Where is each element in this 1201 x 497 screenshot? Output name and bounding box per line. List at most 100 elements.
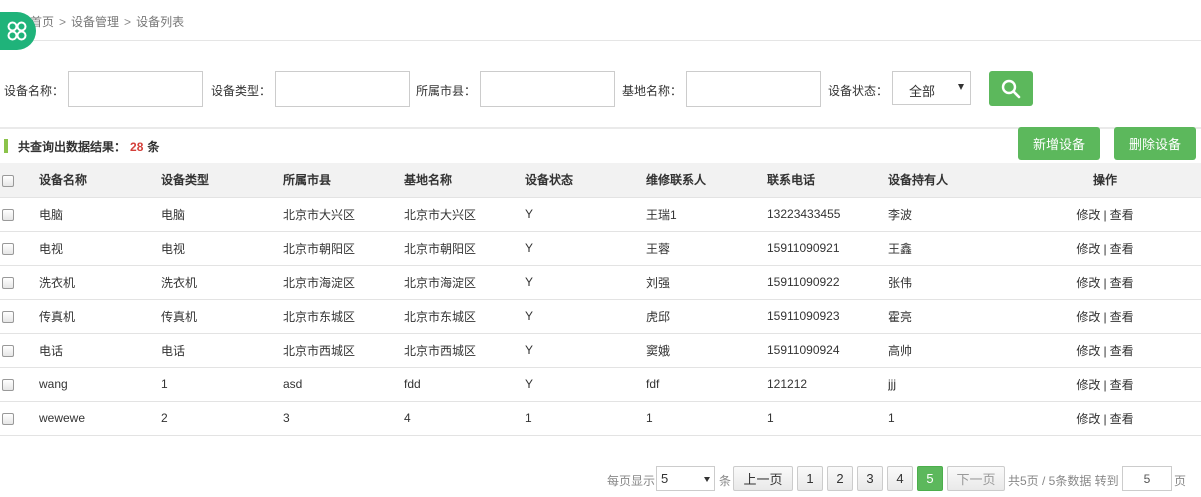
result-marker	[4, 139, 8, 153]
select-all-checkbox[interactable]	[2, 174, 14, 187]
view-link[interactable]: 查看	[1110, 276, 1134, 290]
pagination: 每页显示 5 条 上一页 1 2 3 4 5 下一页 共5页 / 5条数据 转到…	[0, 463, 1201, 491]
prev-page-button[interactable]: 上一页	[733, 466, 793, 491]
cell-base-name: fdd	[404, 367, 525, 402]
row-checkbox[interactable]	[2, 378, 14, 391]
table-row: 电话 电话 北京市西城区 北京市西城区 Y 窦娥 15911090924 高帅 修改 | 查看	[0, 333, 1201, 368]
view-link[interactable]: 查看	[1110, 242, 1134, 256]
view-link[interactable]: 查看	[1110, 208, 1134, 222]
cell-operations: 修改 | 查看	[1009, 299, 1201, 334]
jump-page-input[interactable]: 5	[1122, 466, 1172, 491]
device-type-input[interactable]	[275, 71, 410, 107]
page-button-4[interactable]: 4	[887, 466, 913, 491]
clover-icon	[7, 21, 27, 41]
view-link[interactable]: 查看	[1110, 344, 1134, 358]
cell-status: Y	[525, 231, 646, 266]
edit-link[interactable]: 修改	[1076, 378, 1100, 392]
table-row: 电视 电视 北京市朝阳区 北京市朝阳区 Y 王蓉 15911090921 王鑫 修改 | 查看	[0, 231, 1201, 266]
cell-phone: 15911090923	[767, 299, 888, 334]
cell-operations: 修改 | 查看	[1009, 333, 1201, 368]
search-button[interactable]	[989, 71, 1033, 106]
cell-base-name: 北京市西城区	[404, 333, 525, 368]
device-name-input[interactable]	[68, 71, 203, 107]
cell-operations: 修改 | 查看	[1009, 401, 1201, 436]
next-page-button[interactable]: 下一页	[947, 466, 1005, 491]
op-separator: |	[1103, 275, 1107, 290]
header-owner: 设备持有人	[888, 163, 1009, 198]
table-row: wang 1 asd fdd Yfdf 121212 jjj 修改 | 查看	[0, 367, 1201, 402]
breadcrumb-device-management[interactable]: 设备管理	[71, 15, 119, 29]
cell-phone: 15911090921	[767, 231, 888, 266]
cell-owner: 张伟	[888, 265, 1009, 300]
cell-base-name: 北京市海淀区	[404, 265, 525, 300]
add-device-button[interactable]: 新增设备	[1018, 127, 1100, 160]
base-name-input[interactable]	[686, 71, 821, 107]
cell-phone: 13223433455	[767, 197, 888, 232]
table-body: 电脑 电脑 北京市大兴区 北京市大兴区 Y 王瑞1 13223433455 李波 修改 | 查看 电视…	[0, 197, 1201, 436]
result-count: 共查询出数据结果： 28 条	[4, 138, 159, 155]
cell-maintenance-contact: 王瑞1	[646, 197, 767, 232]
row-checkbox[interactable]	[2, 208, 14, 221]
city-county-input[interactable]	[480, 71, 615, 107]
edit-link[interactable]: 修改	[1076, 310, 1100, 324]
cell-city: 北京市大兴区	[283, 197, 404, 232]
header-base-name: 基地名称	[404, 163, 525, 198]
row-checkbox[interactable]	[2, 344, 14, 357]
cell-city: 北京市西城区	[283, 333, 404, 368]
table-row: 电脑 电脑 北京市大兴区 北京市大兴区 Y 王瑞1 13223433455 李波 修改 | 查看	[0, 197, 1201, 232]
cell-city: 北京市朝阳区	[283, 231, 404, 266]
op-separator: |	[1103, 343, 1107, 358]
op-separator: |	[1103, 309, 1107, 324]
edit-link[interactable]: 修改	[1076, 242, 1100, 256]
caret-down-icon	[958, 84, 964, 90]
table-row: 传真机 传真机 北京市东城区 北京市东城区 Y 虎邱 15911090923 霍亮 修改 | 查看	[0, 299, 1201, 334]
edit-link[interactable]: 修改	[1076, 276, 1100, 290]
cell-phone: 15911090922	[767, 265, 888, 300]
breadcrumb-bar: 首页 > 设备管理 > 设备列表	[0, 0, 1201, 50]
per-page-select[interactable]: 5	[656, 466, 715, 491]
row-checkbox[interactable]	[2, 276, 14, 289]
edit-link[interactable]: 修改	[1076, 208, 1100, 222]
cell-operations: 修改 | 查看	[1009, 265, 1201, 300]
delete-device-button[interactable]: 删除设备	[1114, 127, 1196, 160]
caret-down-icon	[704, 477, 710, 482]
row-checkbox[interactable]	[2, 412, 14, 425]
cell-base-name: 北京市朝阳区	[404, 231, 525, 266]
page-button-2[interactable]: 2	[827, 466, 853, 491]
row-checkbox[interactable]	[2, 310, 14, 323]
cell-phone: 15911090924	[767, 333, 888, 368]
page-button-5-current[interactable]: 5	[917, 466, 943, 491]
breadcrumb: 首页 > 设备管理 > 设备列表	[30, 15, 185, 29]
table-row: wewewe 2 3 4 1 1 1 1 修改 | 查看	[0, 401, 1201, 436]
edit-link[interactable]: 修改	[1076, 344, 1100, 358]
page-button-3[interactable]: 3	[857, 466, 883, 491]
header-maintenance-contact: 维修联系人	[646, 163, 767, 198]
breadcrumb-device-list: 设备列表	[136, 15, 185, 29]
cell-device-type: 1	[161, 367, 283, 402]
result-count-number: 28	[130, 140, 144, 154]
app-logo[interactable]	[0, 12, 36, 50]
cell-status: Y	[525, 299, 646, 334]
cell-owner: 1	[888, 401, 1009, 436]
view-link[interactable]: 查看	[1110, 310, 1134, 324]
cell-device-type: 传真机	[161, 299, 283, 334]
cell-base-name: 4	[404, 401, 525, 436]
cell-device-type: 洗衣机	[161, 265, 283, 300]
header-device-type: 设备类型	[161, 163, 283, 198]
device-table: 设备名称 设备类型 所属市县 基地名称 设备状态 维修联系人 联系电话 设备持有…	[0, 163, 1201, 436]
cell-city: 3	[283, 401, 404, 436]
search-bar: 设备名称： 设备类型： 所属市县： 基地名称： 设备状态： 全部	[0, 70, 1201, 108]
cell-status: Y	[525, 367, 646, 402]
cell-phone: 1	[767, 401, 888, 436]
cell-phone: 121212	[767, 367, 888, 402]
op-separator: |	[1103, 377, 1107, 392]
row-checkbox[interactable]	[2, 242, 14, 255]
table-header: 设备名称 设备类型 所属市县 基地名称 设备状态 维修联系人 联系电话 设备持有…	[0, 163, 1201, 198]
page-button-1[interactable]: 1	[797, 466, 823, 491]
cell-device-name: 电话	[39, 333, 161, 368]
view-link[interactable]: 查看	[1110, 412, 1134, 426]
cell-maintenance-contact: 1	[646, 401, 767, 436]
edit-link[interactable]: 修改	[1076, 412, 1100, 426]
view-link[interactable]: 查看	[1110, 378, 1134, 392]
device-status-select[interactable]: 全部	[892, 71, 971, 105]
